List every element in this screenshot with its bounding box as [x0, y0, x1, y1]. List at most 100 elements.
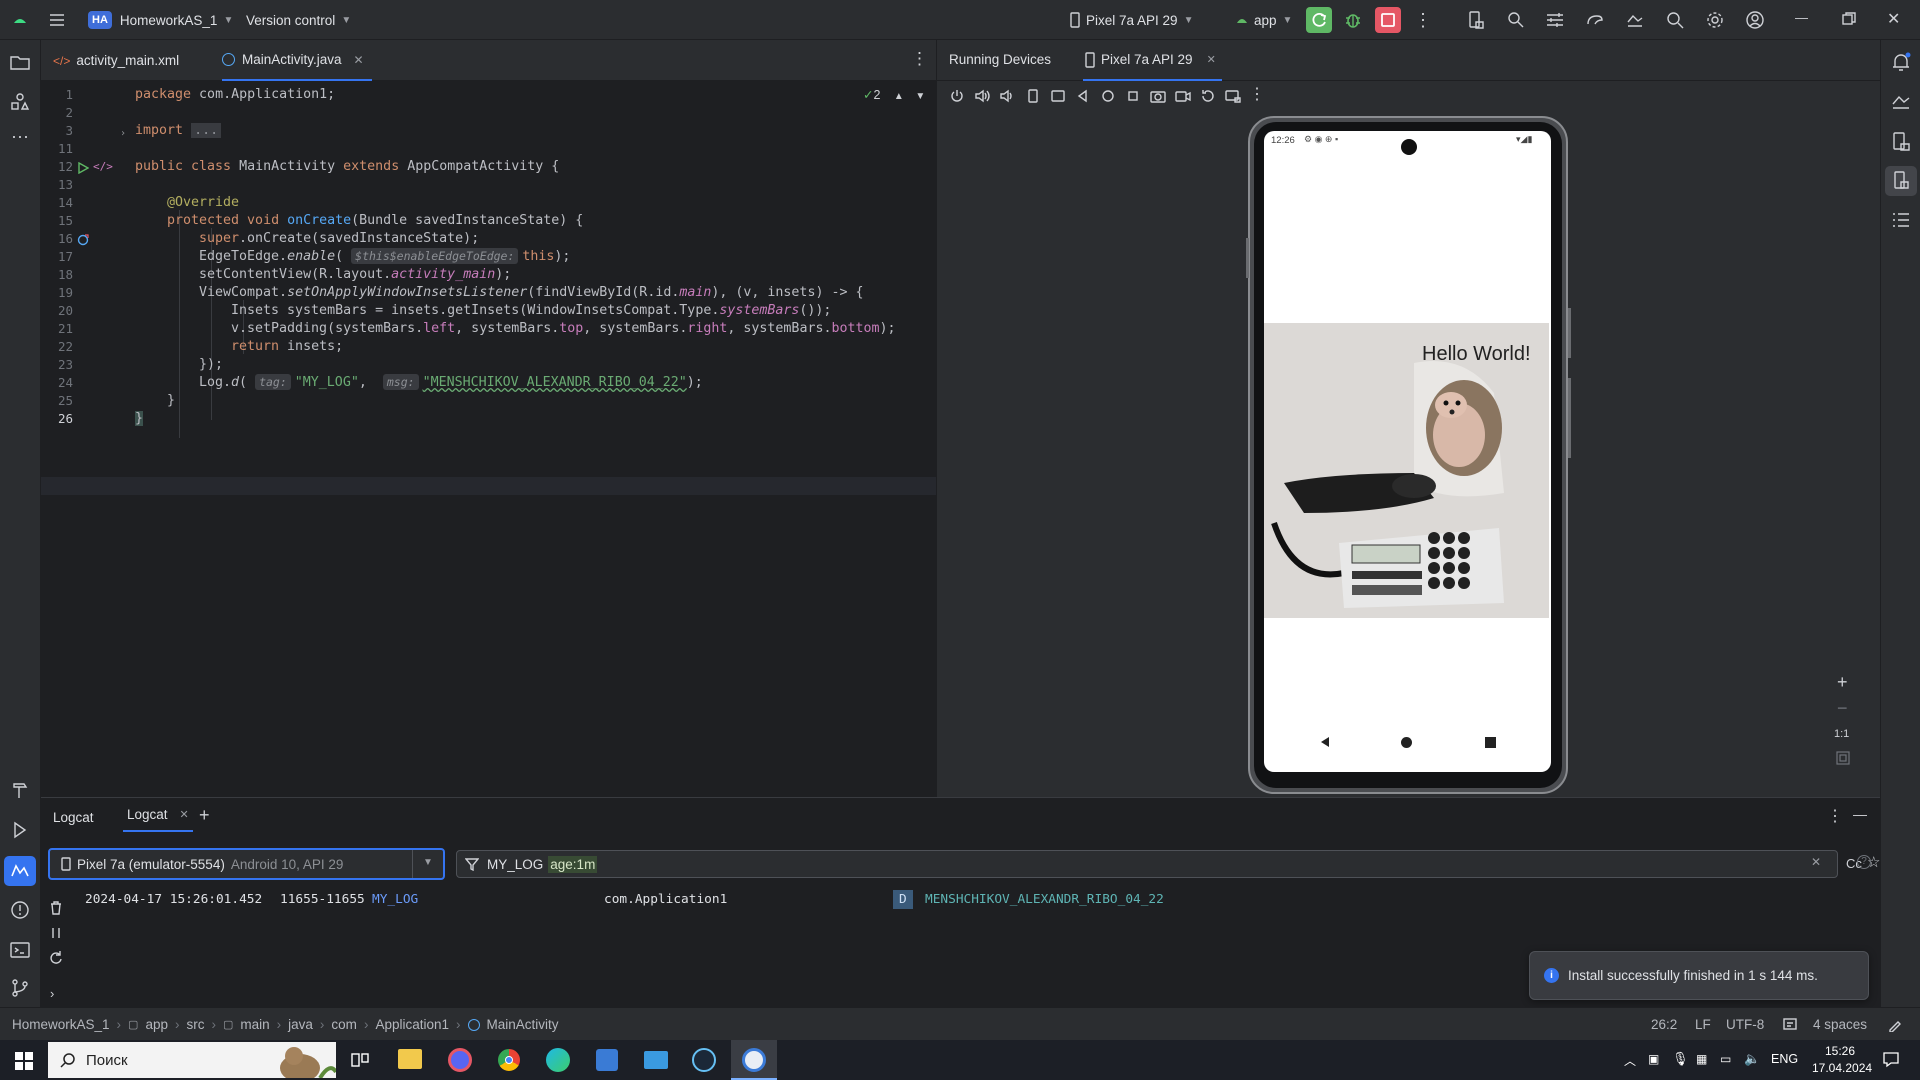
restart-logcat-icon[interactable] — [49, 950, 63, 964]
lock-icon[interactable] — [1887, 1018, 1901, 1032]
zoom-out-icon[interactable]: − — [1837, 698, 1848, 719]
stop-button[interactable] — [1375, 7, 1401, 33]
debug-button[interactable] — [1343, 10, 1363, 30]
indent-setting[interactable]: 4 spaces — [1813, 1017, 1867, 1032]
phone-screen[interactable]: 12:26 ⚙ ◉ ⊕ ▪ ▾◢▮ Hello World! — [1264, 131, 1551, 772]
breadcrumb-item[interactable]: app — [145, 1017, 168, 1032]
breadcrumb-item[interactable]: java — [288, 1017, 313, 1032]
input-language[interactable]: ENG — [1771, 1052, 1798, 1066]
gemini-icon[interactable] — [1625, 10, 1645, 30]
tab-logcat[interactable]: Logcat ✕ — [123, 798, 193, 832]
breadcrumb-item[interactable]: com — [331, 1017, 357, 1032]
file-encoding[interactable]: UTF-8 — [1726, 1017, 1764, 1032]
file-explorer-icon[interactable] — [398, 1049, 422, 1069]
steam-icon[interactable] — [692, 1048, 716, 1072]
android-overview-button[interactable] — [1485, 737, 1496, 748]
volume-up-icon[interactable] — [974, 88, 990, 104]
readonly-toggle-icon[interactable] — [1783, 1018, 1797, 1030]
tray-overflow-chevron-icon[interactable]: ︿ — [1624, 1052, 1636, 1069]
rerun-button[interactable] — [1306, 7, 1332, 33]
chevron-up-icon[interactable]: ▲ — [894, 91, 904, 102]
sdk-manager-icon[interactable] — [1545, 10, 1565, 30]
device-manager-icon[interactable] — [1466, 10, 1486, 30]
folded-imports[interactable]: ... — [191, 123, 222, 138]
close-tab-icon[interactable]: ✕ — [1207, 53, 1216, 66]
tray-app-icon[interactable]: ▣ — [1648, 1052, 1659, 1066]
snapshot-icon[interactable] — [1200, 88, 1216, 104]
logcat-tool-button[interactable] — [4, 856, 36, 886]
logcat-filter-input[interactable]: MY_LOG age:1m ✕ — [456, 850, 1838, 878]
project-selector[interactable]: HA HomeworkAS_1 ▼ — [88, 0, 233, 40]
terminal-icon[interactable] — [8, 938, 32, 962]
breadcrumb-item[interactable]: HomeworkAS_1 — [12, 1017, 110, 1032]
running-devices-tool-button[interactable] — [1885, 166, 1917, 196]
caret-position[interactable]: 26:2 — [1651, 1017, 1677, 1032]
build-hammer-icon[interactable] — [8, 778, 32, 802]
account-icon[interactable] — [1745, 10, 1765, 30]
run-config-selector[interactable]: app ▼ — [1234, 0, 1292, 40]
project-folder-icon[interactable] — [8, 50, 32, 74]
power-icon[interactable] — [949, 88, 965, 104]
device-file-explorer-icon[interactable] — [1889, 130, 1913, 154]
breadcrumb-item[interactable]: Application1 — [375, 1017, 449, 1032]
tab-options-icon[interactable]: ⋮ — [911, 49, 928, 69]
settings-gear-icon[interactable] — [1705, 10, 1725, 30]
line-separator[interactable]: LF — [1695, 1017, 1711, 1032]
clock[interactable]: 15:26 17.04.2024 — [1812, 1044, 1872, 1075]
android-studio-taskbar-button[interactable] — [731, 1040, 777, 1080]
taskbar-search-box[interactable]: Поиск — [48, 1042, 336, 1078]
back-icon[interactable] — [1075, 88, 1091, 104]
breadcrumb-item[interactable]: src — [186, 1017, 204, 1032]
microphone-icon[interactable]: 🎙 — [1672, 1051, 1689, 1067]
more-options-icon[interactable]: ⋮ — [1249, 84, 1265, 104]
discord-icon[interactable] — [448, 1048, 472, 1072]
structure-list-icon[interactable] — [1889, 208, 1913, 232]
problems-icon[interactable] — [8, 898, 32, 922]
mail-icon[interactable] — [644, 1051, 668, 1069]
fold-chevron-icon[interactable]: › — [120, 128, 126, 139]
code-editor[interactable]: ✓2 ▲ ▼ 1 2 3 11 12 13 14 15 16 17 18 19 … — [41, 81, 936, 797]
network-icon[interactable]: ▭ — [1720, 1052, 1731, 1066]
home-icon[interactable] — [1100, 88, 1116, 104]
tab-device[interactable]: Pixel 7a API 29 ✕ — [1083, 40, 1222, 81]
install-notification-toast[interactable]: i Install successfully finished in 1 s 1… — [1529, 951, 1869, 1000]
override-method-icon[interactable] — [77, 234, 89, 246]
zoom-fit-icon[interactable] — [1836, 751, 1850, 765]
minimize-window-icon[interactable]: — — [1795, 10, 1808, 25]
run-gutter-icon[interactable] — [77, 162, 89, 174]
chevron-down-icon[interactable]: ▼ — [915, 91, 925, 102]
tab-main-activity-java[interactable]: MainActivity.java ✕ — [222, 40, 372, 81]
volume-down-icon[interactable] — [999, 88, 1015, 104]
expand-chevron-icon[interactable]: › — [50, 986, 54, 1001]
screenshot-camera-icon[interactable] — [1150, 88, 1166, 104]
device-select[interactable]: Pixel 7a (emulator-5554) Android 10, API… — [48, 848, 445, 880]
add-tab-icon[interactable]: + — [199, 805, 210, 826]
edge-icon[interactable] — [546, 1048, 570, 1072]
breadcrumb-item[interactable]: main — [240, 1017, 269, 1032]
device-selector[interactable]: Pixel 7a API 29 ▼ — [1068, 0, 1193, 40]
main-menu-icon[interactable] — [48, 0, 66, 40]
rotate-right-icon[interactable] — [1050, 88, 1066, 104]
ms-store-icon[interactable] — [596, 1049, 618, 1071]
volume-icon[interactable]: 🔈 — [1744, 1051, 1760, 1067]
more-actions-icon[interactable]: ⋮ — [1414, 10, 1432, 31]
git-branch-icon[interactable] — [8, 976, 32, 1000]
action-center-icon[interactable] — [1882, 1050, 1900, 1068]
overview-icon[interactable] — [1125, 88, 1141, 104]
tab-activity-main-xml[interactable]: </> activity_main.xml — [53, 40, 179, 81]
search-icon[interactable] — [1665, 10, 1685, 30]
notifications-bell-icon[interactable] — [1889, 50, 1913, 74]
clear-logcat-trash-icon[interactable] — [49, 900, 63, 916]
windows-start-icon[interactable] — [15, 1052, 33, 1070]
gradle-icon[interactable] — [1585, 10, 1605, 30]
version-control-menu[interactable]: Version control ▼ — [246, 0, 351, 40]
screen-record-icon[interactable] — [1175, 88, 1191, 104]
hide-panel-icon[interactable]: — — [1853, 806, 1867, 822]
android-back-button[interactable] — [1318, 735, 1332, 749]
restore-window-icon[interactable] — [1842, 12, 1856, 26]
clear-filter-icon[interactable]: ✕ — [1811, 855, 1821, 869]
zoom-actual-size-button[interactable]: 1:1 — [1834, 728, 1849, 740]
run-tool-icon[interactable] — [8, 818, 32, 842]
resource-manager-icon[interactable] — [8, 90, 32, 114]
options-icon[interactable]: ⋮ — [1827, 806, 1843, 826]
